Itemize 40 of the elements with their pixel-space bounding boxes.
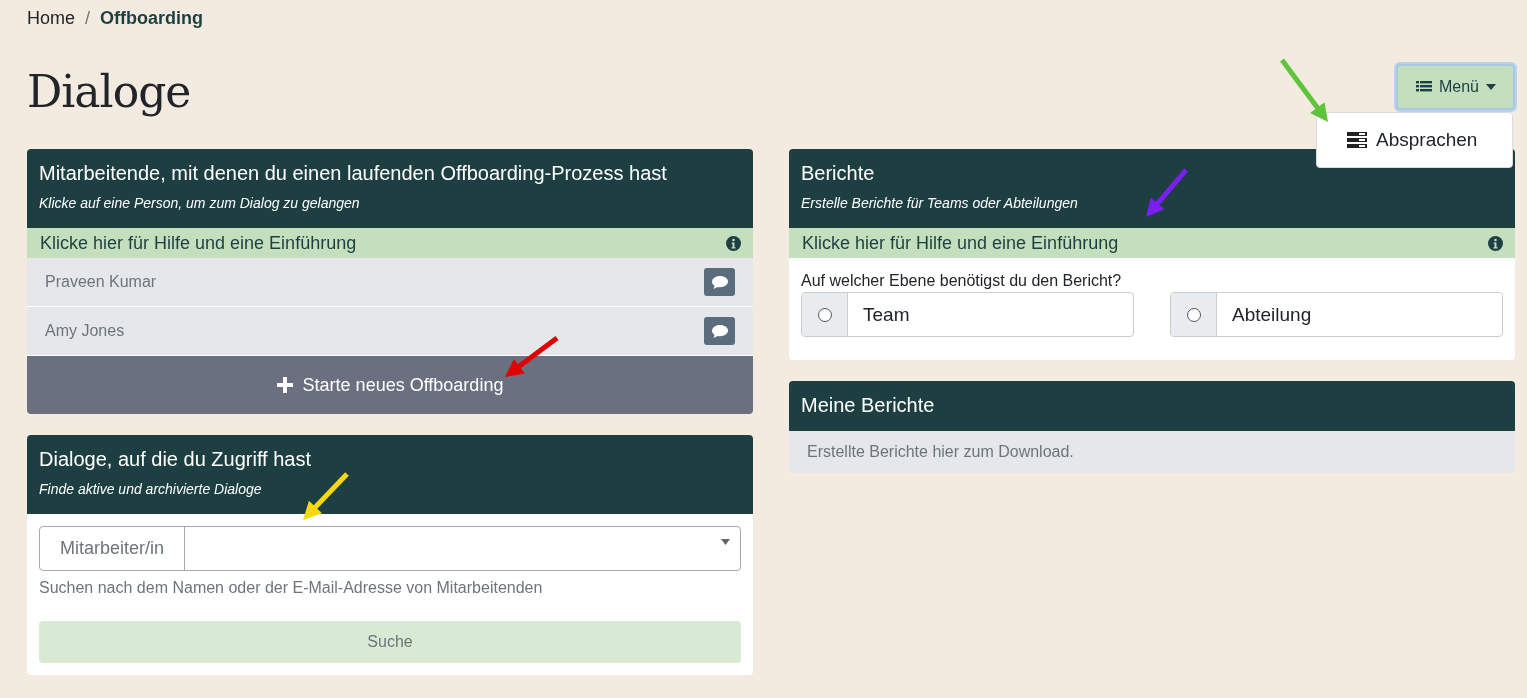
radio-button[interactable] bbox=[1186, 307, 1201, 322]
breadcrumb-link[interactable]: Home bbox=[27, 8, 75, 29]
card-title: Dialoge, auf die du Zugriff hast bbox=[39, 448, 313, 471]
radio-option[interactable]: Abteilung bbox=[1170, 292, 1503, 337]
card-subtitle: Finde aktive und archivierte Dialoge bbox=[39, 481, 263, 497]
speech-bubble-icon bbox=[710, 274, 729, 290]
empty-message: Erstellte Berichte hier zum Download. bbox=[789, 431, 1515, 473]
start-offboarding-button[interactable]: Starte neues Offboarding bbox=[27, 356, 753, 414]
radio-button[interactable] bbox=[817, 307, 832, 322]
field-label: Mitarbeiter/in bbox=[40, 527, 186, 570]
card-subtitle: Erstelle Berichte für Teams oder Abteilungen bbox=[801, 195, 1079, 211]
plus-icon bbox=[276, 377, 293, 393]
speech-bubble-icon bbox=[710, 323, 729, 339]
person-row[interactable]: Amy Jones bbox=[27, 307, 753, 356]
caret-icon bbox=[721, 539, 730, 545]
card-subtitle: Klicke auf eine Person, um zum Dialog zu gelangen bbox=[39, 195, 361, 211]
person-name: Praveen Kumar bbox=[45, 273, 157, 291]
chat-button[interactable] bbox=[704, 268, 735, 296]
menu-item[interactable]: Absprachen bbox=[1317, 125, 1512, 155]
breadcrumb-link[interactable]: Offboarding bbox=[100, 8, 203, 29]
info-icon bbox=[1488, 235, 1503, 251]
server-icon bbox=[1347, 132, 1367, 148]
employee-select[interactable]: Mitarbeiter/in bbox=[39, 526, 741, 571]
question-text: Auf welcher Ebene benötigst du den Bericht? bbox=[801, 272, 1123, 290]
help-bar[interactable]: Klicke hier für Hilfe und eine Einführung bbox=[27, 228, 753, 258]
radio-option[interactable]: Team bbox=[801, 292, 1134, 337]
chat-button[interactable] bbox=[704, 317, 735, 345]
info-icon bbox=[726, 235, 741, 251]
card-title: Mitarbeitende, mit denen du einen laufenden Offboarding-Prozess hast bbox=[39, 162, 668, 185]
breadcrumb-separator: / bbox=[85, 8, 91, 29]
card-title: Meine Berichte bbox=[801, 394, 936, 417]
list-icon bbox=[1415, 80, 1432, 94]
caret-icon bbox=[1486, 84, 1496, 90]
help-text: Suchen nach dem Namen oder der E-Mail-Adresse von Mitarbeitenden bbox=[39, 579, 544, 597]
person-row[interactable]: Praveen Kumar bbox=[27, 258, 753, 307]
card-title: Berichte bbox=[801, 162, 876, 185]
page-title: Dialoge bbox=[27, 66, 191, 117]
help-bar[interactable]: Klicke hier für Hilfe und eine Einführung bbox=[789, 228, 1515, 258]
menu-button[interactable]: Menü bbox=[1395, 64, 1515, 110]
person-name: Amy Jones bbox=[45, 322, 125, 340]
